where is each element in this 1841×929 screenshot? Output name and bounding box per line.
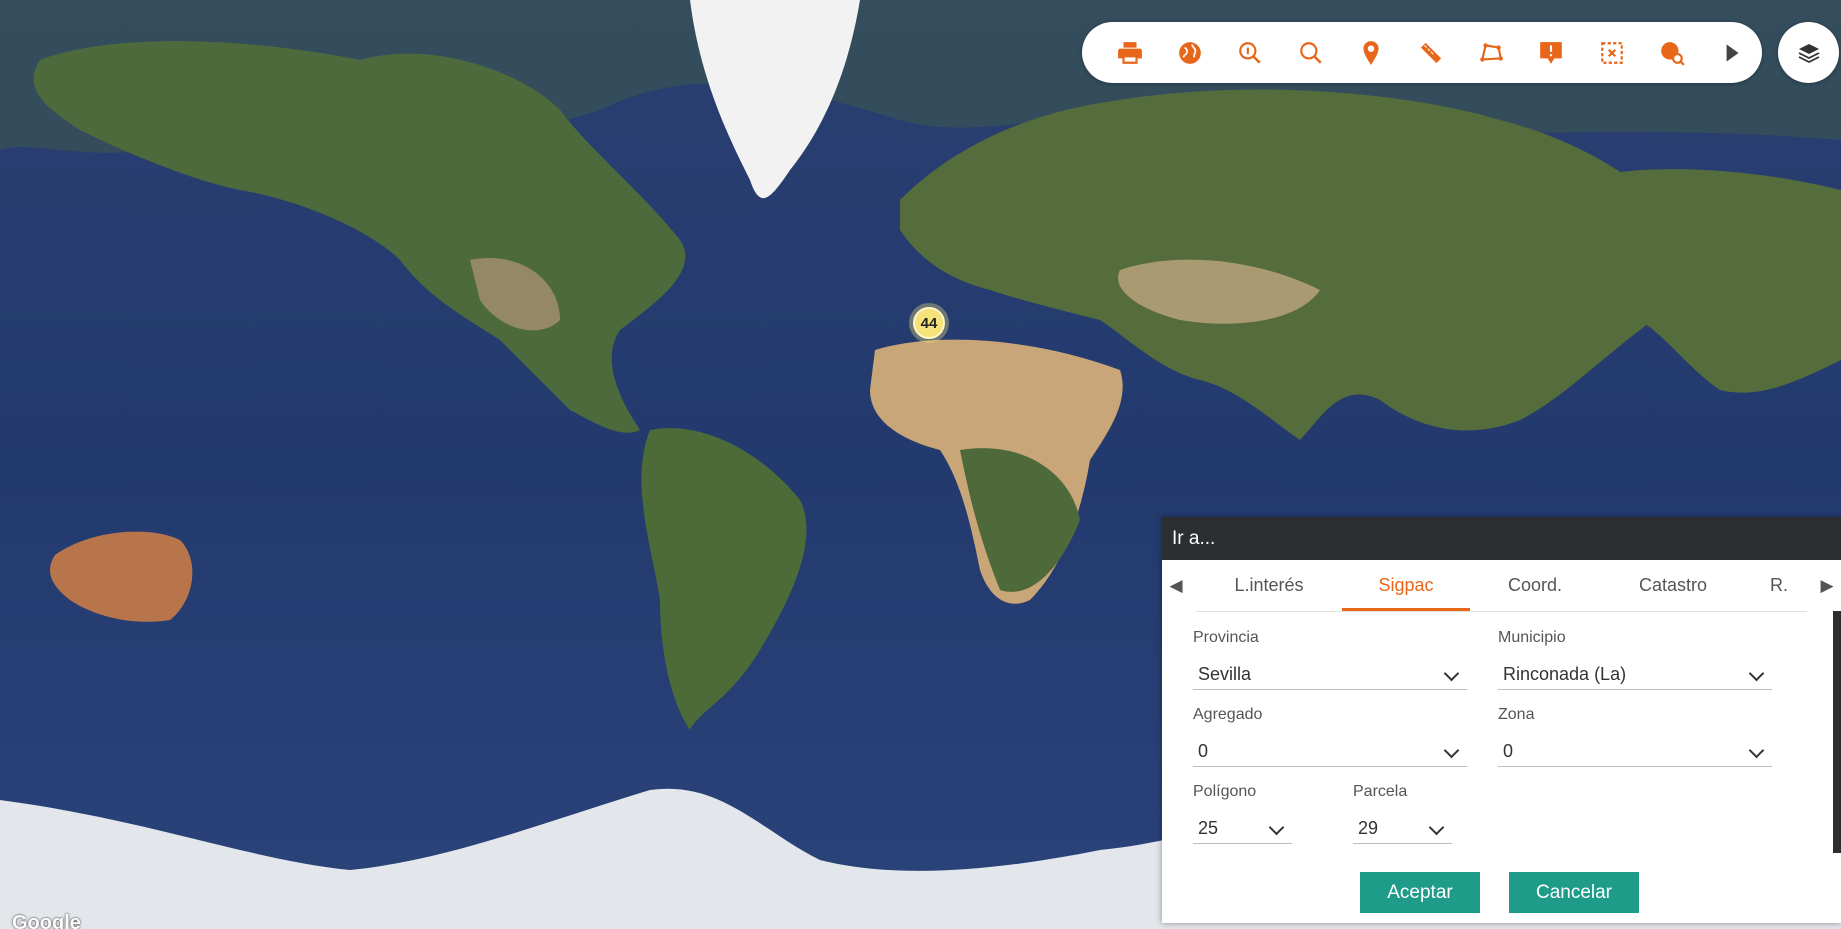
tab-coord[interactable]: Coord.: [1470, 560, 1600, 611]
marker-cluster[interactable]: 44: [913, 307, 945, 339]
map-toolbar: [1082, 22, 1762, 83]
tab-sigpac[interactable]: Sigpac: [1342, 560, 1470, 611]
caret-right-icon: ▶: [1820, 575, 1834, 595]
chevron-down-icon: [1443, 742, 1460, 759]
dialog-header: Ir a...: [1162, 517, 1841, 560]
polygon-icon: [1480, 42, 1504, 62]
select-area-icon: [1600, 41, 1623, 64]
zoom-info-button[interactable]: [1220, 22, 1280, 83]
chevron-down-icon: [1748, 742, 1765, 759]
tab-strip: L.interés Sigpac Coord. Catastro R.: [1196, 560, 1807, 612]
provincia-select[interactable]: Sevilla: [1193, 660, 1467, 690]
parcela-select[interactable]: 29: [1353, 814, 1452, 844]
info-button[interactable]: [1521, 22, 1581, 83]
chevron-down-icon: [1748, 665, 1765, 682]
globe-icon: [1179, 41, 1202, 64]
expand-toolbar-button[interactable]: [1702, 22, 1762, 83]
parcela-label: Parcela: [1353, 783, 1408, 800]
municipio-select[interactable]: Rinconada (La): [1498, 660, 1772, 690]
poligono-select[interactable]: 25: [1193, 814, 1292, 844]
select-area-button[interactable]: [1582, 22, 1642, 83]
dialog-title: Ir a...: [1172, 527, 1216, 549]
chevron-down-icon: [1268, 819, 1285, 836]
accept-button[interactable]: Aceptar: [1360, 872, 1480, 913]
dialog-scrollbar[interactable]: [1833, 611, 1841, 853]
globe-search-icon: [1660, 41, 1685, 66]
chevron-down-icon: [1428, 819, 1445, 836]
search-button[interactable]: [1281, 22, 1341, 83]
zona-select[interactable]: 0: [1498, 737, 1772, 767]
tab-catastro[interactable]: Catastro: [1600, 560, 1746, 611]
ruler-icon: [1419, 40, 1443, 65]
location-button[interactable]: [1341, 22, 1401, 83]
tab-scroll-left-button[interactable]: ◀: [1162, 560, 1190, 611]
tab-r[interactable]: R.: [1746, 560, 1806, 611]
expand-arrow-icon: [1726, 43, 1739, 62]
zona-label: Zona: [1498, 706, 1535, 723]
caret-left-icon: ◀: [1169, 575, 1183, 595]
chevron-down-icon: [1443, 665, 1460, 682]
goto-dialog: Ir a... ◀ L.interés Sigpac Coord. Catast…: [1162, 517, 1841, 923]
agregado-select[interactable]: 0: [1193, 737, 1467, 767]
google-attribution: Google: [12, 912, 81, 929]
measure-area-button[interactable]: [1461, 22, 1521, 83]
tab-linteres[interactable]: L.interés: [1196, 560, 1342, 611]
globe-search-button[interactable]: [1642, 22, 1702, 83]
info-marker-icon: [1540, 41, 1563, 64]
print-icon: [1118, 41, 1143, 64]
provincia-label: Provincia: [1193, 629, 1259, 646]
layers-icon: [1798, 43, 1819, 63]
municipio-label: Municipio: [1498, 629, 1566, 646]
poligono-label: Polígono: [1193, 783, 1257, 800]
layers-button[interactable]: [1778, 22, 1839, 83]
print-button[interactable]: [1100, 22, 1160, 83]
base-map-button[interactable]: [1160, 22, 1220, 83]
tab-scroll-right-button[interactable]: ▶: [1813, 560, 1841, 611]
zoom-info-icon: [1239, 41, 1262, 64]
search-icon: [1299, 41, 1322, 64]
location-pin-icon: [1363, 40, 1379, 65]
agregado-label: Agregado: [1193, 706, 1263, 723]
measure-distance-button[interactable]: [1401, 22, 1461, 83]
tab-bar: ◀ L.interés Sigpac Coord. Catastro R. ▶: [1162, 560, 1841, 612]
cancel-button[interactable]: Cancelar: [1509, 872, 1639, 913]
